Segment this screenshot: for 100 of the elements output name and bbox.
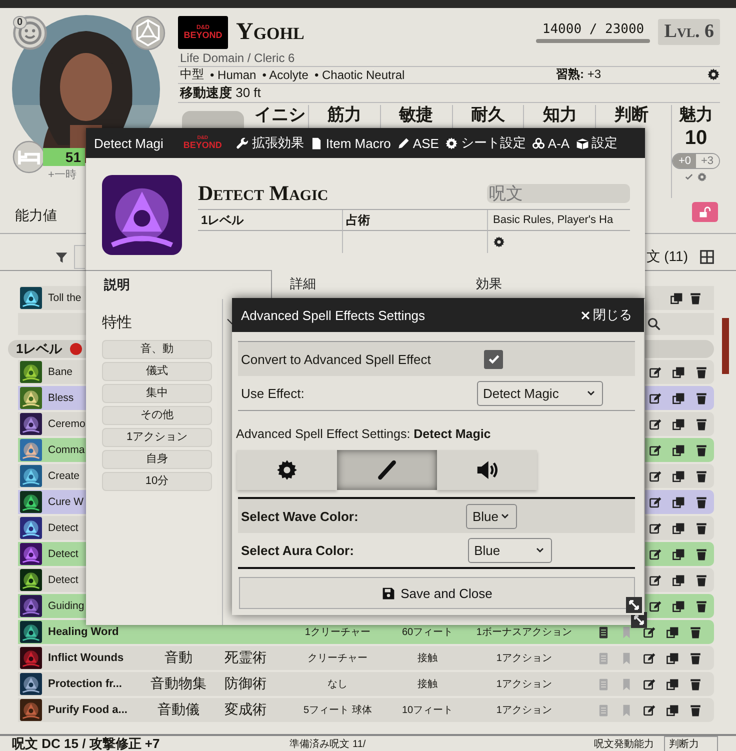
spell-name: Inflict Wounds	[48, 652, 125, 664]
spell-row[interactable]: Guiding	[18, 594, 86, 618]
spell-name: Purify Food a...	[48, 704, 128, 716]
casting-ability-label: 呪文発動能力	[594, 738, 654, 750]
header-button[interactable]: 設定	[576, 134, 618, 152]
header-button[interactable]: Item Macro	[310, 136, 391, 150]
table-cell-text: 5フィート 球体	[302, 704, 373, 717]
ability-name: 判断	[614, 104, 649, 125]
table-cell-text: 音動儀	[156, 701, 200, 719]
table-cell-text: 1アクション	[495, 678, 553, 691]
property-tag: 自身	[102, 450, 212, 469]
section-label: 特性	[102, 313, 133, 332]
table-cell: 1レベル	[198, 210, 342, 231]
spell-row[interactable]: Purify Food a... 音動儀 変成術 5フィート 球体 10フィート 1アクション	[18, 698, 714, 722]
close-button[interactable]: 閉じる	[580, 306, 632, 324]
spell-row[interactable]: Detect	[18, 542, 86, 566]
ability-name: 筋力	[327, 104, 362, 125]
spell-row[interactable]: Detect	[18, 516, 86, 540]
table-cell-text: 1アクション	[495, 704, 553, 717]
spell-row[interactable]: Ceremo	[18, 412, 86, 436]
header-button[interactable]: 拡張効果	[236, 134, 304, 152]
speed-text: 移動速度 30 ft	[180, 84, 261, 102]
prepared-count: 準備済み呪文 11/	[290, 738, 366, 750]
property-tag: 1アクション	[102, 428, 212, 447]
table-cell-text: 死霊術	[224, 649, 268, 667]
spell-name: Bane	[48, 366, 73, 378]
spell-name: Comma	[48, 444, 85, 456]
character-detail: • Human	[210, 68, 256, 82]
table-cell-text: 接触	[416, 652, 439, 665]
table-cell-text: 音動物集	[149, 675, 208, 693]
property-tag: その他	[102, 406, 212, 425]
header-button[interactable]: A-A	[532, 136, 570, 150]
table-cell-text: 接触	[416, 678, 439, 691]
section-label: 能力値	[15, 206, 57, 224]
spell-row[interactable]: Protection fr... 音動物集 防御術 なし 接触 1アクション	[18, 672, 714, 696]
spell-count: 文 (11)	[646, 248, 688, 266]
property-tag: 10分	[102, 472, 212, 491]
table-cell: Basic Rules, Player's Ha	[487, 210, 630, 231]
size-label: 中型	[180, 66, 204, 84]
spell-name: Ceremo	[48, 418, 86, 430]
property-tag: 儀式	[102, 362, 212, 381]
hp-bar[interactable]: 51	[43, 148, 85, 166]
table-cell-text: 変成術	[224, 701, 268, 719]
spell-row[interactable]: Comma	[18, 438, 86, 462]
table-cell-text: 1クリーチャー	[304, 626, 372, 639]
ability-name: 敏捷	[399, 104, 434, 125]
header-button[interactable]: シート設定	[444, 134, 526, 152]
table-cell-text: 1アクション	[495, 652, 553, 665]
ability-select[interactable]: 判断力	[664, 736, 718, 751]
header-button[interactable]: ASE	[396, 136, 439, 150]
window-title: Detect Magi	[94, 136, 164, 150]
property-tag: 音、動	[102, 340, 212, 359]
class-subtitle: Life Domain / Cleric 6	[178, 50, 720, 67]
inspiration-count: 0	[13, 16, 27, 29]
tab[interactable]: 効果	[458, 270, 644, 298]
spell-name: Guiding	[48, 600, 84, 612]
spell-name: Create	[48, 470, 80, 482]
temp-hp-label: +一時	[48, 168, 76, 182]
ability-name: 知力	[542, 104, 577, 125]
table-cell-text: 防御術	[224, 675, 268, 693]
table-cell-text: 60フィート	[400, 626, 454, 639]
proficiency-label: 習熟: +3	[556, 66, 601, 84]
spell-dc-text: 呪文 DC 15 / 攻撃修正 +7	[12, 734, 160, 751]
spell-row[interactable]: Create	[18, 464, 86, 488]
color-select[interactable]: Blue	[468, 538, 552, 562]
field-label: Select Wave Color:	[241, 508, 360, 524]
tab[interactable]: 詳細	[272, 270, 458, 298]
ability-name: 耐久	[470, 104, 505, 125]
table-cell-text: 音動	[163, 649, 194, 667]
spell-row[interactable]: Bane	[18, 360, 86, 384]
table-cell-text: 1ボーナスアクション	[475, 626, 573, 639]
xp-text: 14000 / 23000	[542, 22, 644, 37]
table-cell-text: クリーチャー	[306, 652, 369, 665]
spell-name: Detect	[48, 574, 78, 586]
effect-select[interactable]: Detect Magic	[476, 380, 603, 406]
field-label: Select Aura Color:	[241, 542, 355, 558]
ability-name: 魅力	[678, 104, 713, 125]
character-detail: • Acolyte	[262, 68, 308, 82]
settings-heading: Advanced Spell Effect Settings: Detect Magic	[236, 427, 492, 441]
property-tag: 集中	[102, 384, 212, 403]
spell-name: Protection fr...	[48, 678, 123, 690]
table-cell-text: 10フィート	[400, 704, 454, 717]
save-button[interactable]: Save and Close	[239, 577, 635, 609]
color-select[interactable]: Blue	[466, 504, 517, 528]
character-detail: • Chaotic Neutral	[314, 68, 405, 82]
level-label: 1レベル	[16, 340, 62, 358]
spell-name: Detect	[48, 522, 78, 534]
spell-row[interactable]: Inflict Wounds 音動 死霊術 クリーチャー 接触 1アクション	[18, 646, 714, 670]
spell-name: Healing Word	[48, 626, 120, 638]
spell-name: Detect	[48, 548, 78, 560]
spell-name: Bless	[48, 392, 74, 404]
field-label: Convert to Advanced Spell Effect	[241, 352, 432, 366]
level-badge: Lvl. 6	[658, 19, 720, 46]
table-cell-text: なし	[326, 678, 349, 691]
spell-row[interactable]: Detect	[18, 568, 86, 592]
spell-name: Toll the	[48, 292, 82, 304]
spell-row[interactable]: Cure W	[18, 490, 86, 514]
spell-row[interactable]: Bless	[18, 386, 86, 410]
field-label: Use Effect:	[241, 386, 306, 400]
dialog-title: Advanced Spell Effects Settings	[241, 308, 426, 322]
